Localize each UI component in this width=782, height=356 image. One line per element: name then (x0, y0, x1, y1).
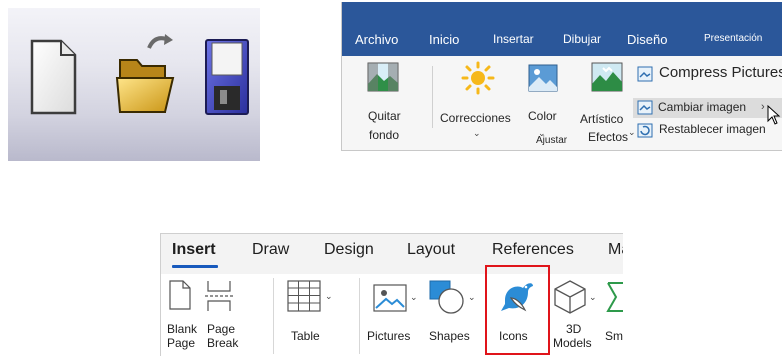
chevron-down-icon: ⌄ (473, 128, 481, 138)
3d-models-label-1: 3D (566, 322, 582, 336)
chevron-down-icon: ⌄ (325, 291, 333, 301)
tab-references[interactable]: References (492, 241, 574, 259)
image-icon (528, 64, 558, 92)
ribbon-spanish: Archivo Inicio Insertar Dibujar Diseño P… (341, 2, 782, 151)
color-label: Color (528, 109, 557, 123)
tab-layout[interactable]: Layout (407, 241, 455, 259)
chevron-down-icon: ⌄ (468, 292, 476, 302)
ribbon-tab-bar: Archivo Inicio Insertar Dibujar Diseño P… (342, 2, 782, 56)
smartart-label: Sma (605, 329, 623, 343)
remove-background-label-1: Quitar (368, 109, 401, 123)
remove-background-icon (367, 62, 399, 92)
blank-page-label-1: Blank (167, 322, 198, 336)
new-document-icon[interactable] (29, 38, 79, 116)
ribbon-tab-bar: Insert Draw Design Layout References Ma (161, 234, 623, 274)
chevron-right-icon: › (761, 101, 765, 113)
tab-design[interactable]: Design (324, 241, 374, 259)
table-label: Table (291, 329, 320, 343)
reset-picture-label: Restablecer imagen (659, 122, 766, 136)
mouse-pointer-icon (767, 104, 781, 125)
blank-page-icon (169, 280, 191, 310)
blank-page-label-2: Page (167, 336, 196, 350)
tab-draw[interactable]: Draw (252, 241, 289, 259)
page-break-label-2: Break (207, 336, 239, 350)
open-folder-icon[interactable] (115, 30, 179, 116)
sun-icon (461, 61, 495, 95)
page-break-icon (205, 281, 233, 311)
ribbon-english: Insert Draw Design Layout References Ma … (160, 233, 623, 356)
tab-diseno[interactable]: Diseño (627, 32, 667, 47)
chevron-down-icon: ⌄ (410, 292, 418, 302)
tab-inicio[interactable]: Inicio (429, 32, 459, 47)
smartart-icon (606, 282, 623, 312)
change-picture-icon (637, 100, 653, 115)
bird-icon (501, 283, 533, 312)
change-picture-label: Cambiar imagen (658, 100, 747, 114)
tab-mailings[interactable]: Ma (608, 241, 623, 259)
3d-models-label-2: Models (553, 336, 592, 350)
chevron-down-icon: ⌄ (628, 127, 636, 137)
page-break-label-1: Page (207, 322, 236, 336)
classic-toolbar (8, 8, 260, 161)
chevron-down-icon: ⌄ (589, 292, 597, 302)
compress-icon (637, 66, 653, 82)
tab-insert[interactable]: Insert (172, 241, 216, 259)
group-divider (432, 66, 433, 128)
save-floppy-icon[interactable] (204, 38, 250, 116)
icons-label: Icons (499, 329, 528, 343)
shapes-label: Shapes (429, 329, 470, 343)
group-divider (359, 278, 360, 354)
reset-picture-icon (637, 123, 653, 138)
active-tab-indicator (172, 265, 218, 268)
group-label-ajustar: Ajustar (536, 135, 568, 146)
tab-archivo[interactable]: Archivo (355, 32, 398, 47)
tab-presentacion[interactable]: Presentación (704, 33, 762, 44)
cube-icon (554, 280, 586, 314)
remove-background-label-2: fondo (369, 128, 400, 142)
artistic-label-1: Artístico (580, 112, 624, 126)
table-icon (287, 280, 321, 312)
group-divider (273, 278, 274, 354)
artistic-effects-icon (591, 62, 623, 92)
pictures-label: Pictures (367, 329, 411, 343)
artistic-label-2: Efectos (588, 130, 629, 144)
corrections-label: Correcciones (440, 111, 511, 125)
shapes-icon (429, 280, 464, 314)
compress-label: Compress Pictures (659, 64, 782, 81)
tab-insertar[interactable]: Insertar (493, 32, 534, 46)
tab-dibujar[interactable]: Dibujar (563, 32, 601, 46)
image-icon (373, 284, 407, 312)
